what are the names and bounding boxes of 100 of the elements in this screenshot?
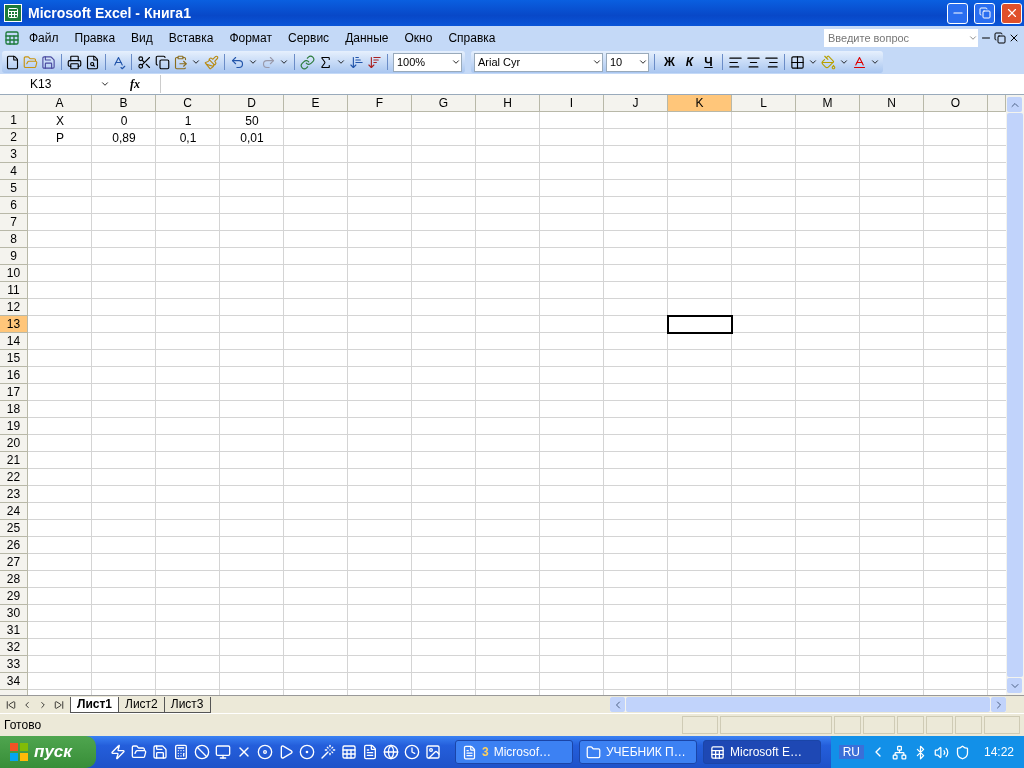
row-header[interactable]: 11 bbox=[0, 282, 28, 299]
font-field[interactable]: Arial Cyr bbox=[474, 52, 603, 72]
menu-item[interactable]: Правка bbox=[67, 29, 123, 47]
row-header[interactable]: 4 bbox=[0, 163, 28, 180]
zoom-field[interactable]: 100% bbox=[393, 52, 462, 72]
menu-item[interactable]: Вид bbox=[124, 29, 160, 47]
disc-icon[interactable] bbox=[257, 744, 273, 760]
sort-ascending-icon[interactable] bbox=[349, 54, 364, 70]
print-preview-icon[interactable] bbox=[85, 54, 100, 70]
sheet-tab[interactable]: Лист2 bbox=[118, 696, 165, 713]
menu-item[interactable]: Справка bbox=[441, 29, 503, 47]
taskbar-button[interactable]: УЧЕБНИК П… bbox=[579, 740, 697, 764]
row-header[interactable]: 22 bbox=[0, 469, 28, 486]
column-header[interactable]: H bbox=[476, 95, 540, 112]
last-sheet-icon[interactable] bbox=[54, 699, 64, 710]
workbook-icon[interactable] bbox=[4, 30, 20, 46]
copy-icon[interactable] bbox=[155, 54, 170, 70]
row-header[interactable]: 30 bbox=[0, 605, 28, 622]
column-header[interactable]: E bbox=[284, 95, 348, 112]
start-button[interactable]: пуск bbox=[0, 736, 96, 768]
new-document-icon[interactable] bbox=[5, 54, 20, 70]
row-header[interactable]: 19 bbox=[0, 418, 28, 435]
sheet-tab[interactable]: Лист1 bbox=[70, 696, 120, 713]
picture-icon[interactable] bbox=[425, 744, 441, 760]
row-header[interactable]: 28 bbox=[0, 571, 28, 588]
column-header[interactable]: A bbox=[28, 95, 92, 112]
row-header[interactable]: 1 bbox=[0, 112, 28, 129]
spreadsheet-icon[interactable] bbox=[341, 744, 357, 760]
dropdown-caret-icon[interactable] bbox=[451, 57, 461, 67]
align-center-icon[interactable] bbox=[745, 54, 761, 70]
font-size-field[interactable]: 10 bbox=[606, 52, 649, 72]
save-icon[interactable] bbox=[41, 54, 56, 70]
print-icon[interactable] bbox=[67, 54, 82, 70]
next-sheet-icon[interactable] bbox=[38, 699, 48, 710]
speaker-icon[interactable] bbox=[933, 744, 949, 760]
row-header[interactable]: 16 bbox=[0, 367, 28, 384]
dropdown-caret-icon[interactable] bbox=[869, 57, 880, 67]
row-header[interactable]: 2 bbox=[0, 129, 28, 146]
menu-item[interactable]: Окно bbox=[397, 29, 440, 47]
align-left-icon[interactable] bbox=[727, 54, 743, 70]
column-header[interactable]: F bbox=[348, 95, 412, 112]
function-label[interactable]: fx bbox=[110, 76, 160, 92]
font-color-icon[interactable] bbox=[851, 54, 867, 70]
first-sheet-icon[interactable] bbox=[6, 699, 16, 710]
row-header[interactable]: 34 bbox=[0, 673, 28, 690]
calculator-icon[interactable] bbox=[173, 744, 189, 760]
language-indicator[interactable]: RU bbox=[838, 745, 864, 759]
menu-item[interactable]: Файл bbox=[22, 29, 66, 47]
row-header[interactable]: 32 bbox=[0, 639, 28, 656]
dropdown-caret-icon[interactable] bbox=[191, 57, 201, 67]
taskbar-button[interactable]: 3 Microsof… bbox=[455, 740, 573, 764]
column-header[interactable]: J bbox=[604, 95, 668, 112]
menu-item[interactable]: Данные bbox=[338, 29, 396, 47]
previous-sheet-icon[interactable] bbox=[22, 699, 32, 710]
dropdown-caret-icon[interactable] bbox=[336, 57, 346, 67]
bold-button[interactable]: Ж bbox=[660, 55, 679, 69]
dropdown-caret-icon[interactable] bbox=[248, 57, 258, 67]
dropdown-caret-icon[interactable] bbox=[100, 79, 110, 89]
borders-icon[interactable] bbox=[789, 54, 805, 70]
row-header[interactable]: 13 bbox=[0, 316, 28, 333]
clock-icon[interactable] bbox=[404, 744, 420, 760]
row-header[interactable]: 15 bbox=[0, 350, 28, 367]
row-header[interactable]: 26 bbox=[0, 537, 28, 554]
row-header[interactable]: 14 bbox=[0, 333, 28, 350]
sum-icon[interactable] bbox=[318, 54, 333, 70]
wand-icon[interactable] bbox=[320, 744, 336, 760]
dropdown-caret-icon[interactable] bbox=[638, 57, 648, 67]
circle-icon[interactable] bbox=[299, 744, 315, 760]
column-header[interactable]: O bbox=[924, 95, 988, 112]
column-header[interactable]: D bbox=[220, 95, 284, 112]
row-header[interactable]: 5 bbox=[0, 180, 28, 197]
menu-item[interactable]: Формат bbox=[222, 29, 280, 47]
row-header[interactable]: 25 bbox=[0, 520, 28, 537]
help-search-field[interactable]: Введите вопрос bbox=[824, 29, 978, 47]
shield-icon[interactable] bbox=[954, 744, 970, 760]
restore-icon[interactable] bbox=[994, 32, 1006, 44]
row-header[interactable]: 6 bbox=[0, 197, 28, 214]
row-header[interactable]: 18 bbox=[0, 401, 28, 418]
row-header[interactable]: 29 bbox=[0, 588, 28, 605]
align-right-icon[interactable] bbox=[763, 54, 779, 70]
column-header[interactable]: N bbox=[860, 95, 924, 112]
row-header[interactable]: 7 bbox=[0, 214, 28, 231]
underline-button[interactable]: Ч bbox=[700, 55, 717, 69]
row-header[interactable]: 12 bbox=[0, 299, 28, 316]
restore-button[interactable] bbox=[974, 2, 995, 24]
row-header[interactable]: 24 bbox=[0, 503, 28, 520]
sheet-tab[interactable]: Лист3 bbox=[163, 696, 211, 713]
column-header[interactable]: L bbox=[732, 95, 796, 112]
row-header[interactable]: 3 bbox=[0, 146, 28, 163]
taskbar-button[interactable]: Microsoft E… bbox=[703, 740, 821, 764]
sort-descending-icon[interactable] bbox=[367, 54, 382, 70]
column-header[interactable]: C bbox=[156, 95, 220, 112]
close-icon[interactable] bbox=[1008, 32, 1020, 44]
close-button[interactable] bbox=[1001, 2, 1022, 24]
spelling-icon[interactable] bbox=[111, 54, 126, 70]
play-icon[interactable] bbox=[278, 744, 294, 760]
italic-button[interactable]: К bbox=[681, 55, 698, 69]
lightning-icon[interactable] bbox=[110, 744, 126, 760]
dropdown-caret-icon[interactable] bbox=[279, 57, 289, 67]
document-icon[interactable] bbox=[362, 744, 378, 760]
